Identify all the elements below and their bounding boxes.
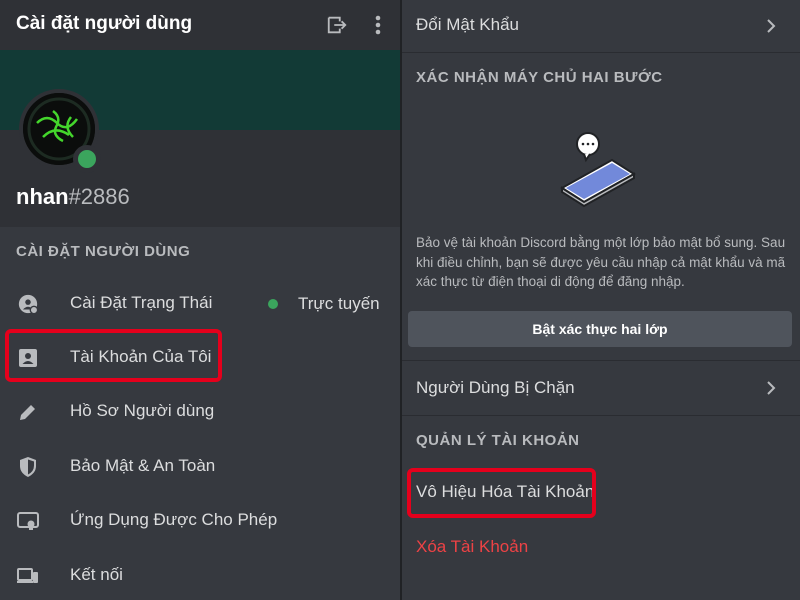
enable-2fa-button[interactable]: Bật xác thực hai lớp [408, 311, 792, 347]
sidebar-item-label: Hồ Sơ Người dùng [70, 401, 215, 420]
delete-account-row[interactable]: Xóa Tài Khoản [402, 522, 800, 576]
sidebar-item-privacy-safety[interactable]: Bảo Mật & An Toàn [0, 440, 400, 494]
section-header-2fa: XÁC NHẬN MÁY CHỦ HAI BƯỚC [416, 69, 663, 86]
blocked-users-row[interactable]: Người Dùng Bị Chặn [402, 361, 800, 415]
account-panel: Đổi Mật Khẩu XÁC NHẬN MÁY CHỦ HAI BƯỚC B… [402, 0, 800, 600]
more-vertical-icon[interactable] [365, 12, 391, 38]
authorized-apps-icon [16, 509, 40, 533]
delete-account-label: Xóa Tài Khoản [416, 537, 529, 556]
username: nhan#2886 [16, 184, 130, 209]
change-password-row[interactable]: Đổi Mật Khẩu [402, 0, 800, 52]
blocked-users-label: Người Dùng Bị Chặn [416, 378, 575, 397]
status-icon [16, 292, 40, 316]
user-settings-panel: Cài đặt người dùng nhan#2886 CÀI ĐẶT NGƯ… [0, 0, 400, 600]
section-header-account-management: QUẢN LÝ TÀI KHOẢN [416, 432, 580, 449]
sidebar-item-user-profile[interactable]: Hồ Sơ Người dùng [0, 385, 400, 439]
online-dot-icon [268, 299, 278, 309]
sidebar-item-label: Ứng Dụng Được Cho Phép [70, 510, 278, 529]
change-password-label: Đổi Mật Khẩu [416, 15, 519, 34]
status-indicator: Trực tuyến [268, 294, 380, 314]
status-text: Trực tuyến [298, 294, 380, 313]
divider [402, 415, 800, 416]
divider [402, 52, 800, 53]
top-bar: Cài đặt người dùng [0, 0, 400, 50]
sidebar-item-connections[interactable]: Kết nối [0, 549, 400, 600]
2fa-description: Bảo vệ tài khoản Discord bằng một lớp bả… [416, 235, 786, 289]
devices-icon [16, 564, 40, 588]
shield-icon [16, 455, 40, 479]
section-header-user-settings: CÀI ĐẶT NGƯỜI DÙNG [16, 243, 191, 260]
online-status-icon [73, 145, 101, 173]
highlight-box [407, 468, 596, 518]
sidebar-item-label: Cài Đặt Trạng Thái [70, 293, 213, 312]
page-title: Cài đặt người dùng [16, 13, 193, 34]
sidebar-item-label: Kết nối [70, 565, 123, 584]
highlight-box [5, 329, 222, 382]
pencil-icon [16, 400, 40, 424]
sidebar-item-set-status[interactable]: Cài Đặt Trạng Thái Trực tuyến [0, 277, 400, 331]
phone-illustration-icon [552, 130, 642, 215]
chevron-right-icon [767, 381, 776, 395]
logout-icon[interactable] [324, 12, 350, 38]
chevron-right-icon [767, 19, 776, 33]
sidebar-item-label: Bảo Mật & An Toàn [70, 456, 216, 475]
sidebar-item-authorized-apps[interactable]: Ứng Dụng Được Cho Phép [0, 494, 400, 548]
